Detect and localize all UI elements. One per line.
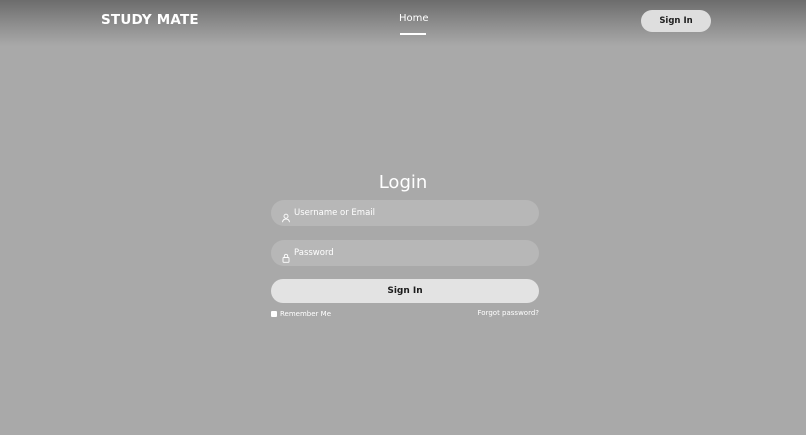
lock-icon xyxy=(281,248,291,263)
nav-active-underline xyxy=(400,33,426,35)
login-title: Login xyxy=(378,172,428,194)
nav-link-home[interactable]: Home xyxy=(399,13,429,24)
brand-logo-text[interactable]: STUDY MATE xyxy=(101,12,199,28)
password-field-wrapper[interactable] xyxy=(271,240,539,266)
user-icon xyxy=(281,208,291,223)
top-navbar: STUDY MATE Home Sign In xyxy=(0,0,806,46)
header-sign-in-button[interactable]: Sign In xyxy=(641,10,711,32)
username-field-wrapper[interactable] xyxy=(271,200,539,226)
forgot-password-link[interactable]: Forgot password? xyxy=(478,309,539,317)
remember-me[interactable]: Remember Me xyxy=(271,309,331,319)
password-input[interactable] xyxy=(294,240,529,266)
remember-me-label[interactable]: Remember Me xyxy=(280,310,331,318)
remember-me-checkbox[interactable] xyxy=(271,311,277,317)
sign-in-submit-button[interactable]: Sign In xyxy=(271,279,539,303)
username-input[interactable] xyxy=(294,200,529,226)
